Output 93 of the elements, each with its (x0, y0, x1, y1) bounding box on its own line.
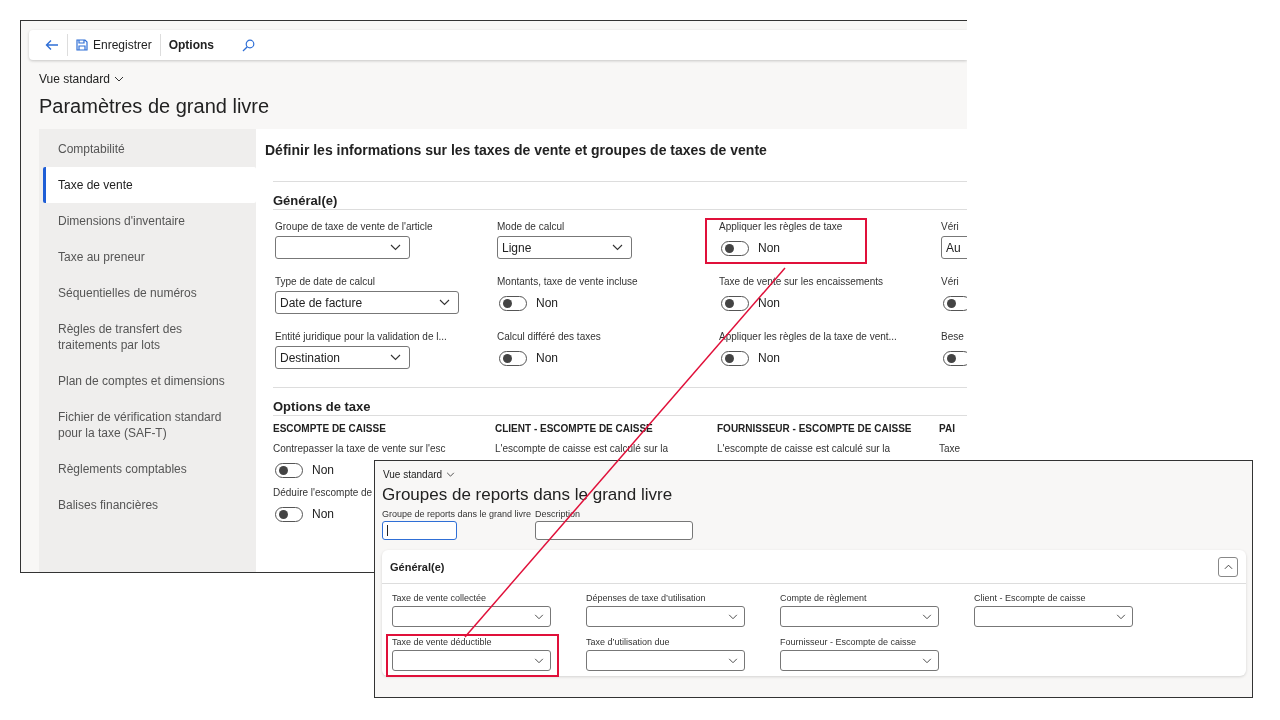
field-label: Fournisseur - Escompte de caisse (780, 636, 917, 648)
nav-item[interactable]: Séquentielles de numéros (43, 275, 256, 311)
page-title: Groupes de reports dans le grand livre (382, 484, 674, 506)
card-title: Général(e) (390, 560, 445, 573)
dropdown-field[interactable] (974, 606, 1133, 627)
view-selector[interactable]: Vue standard (39, 71, 124, 87)
chevron-down-icon (728, 657, 738, 664)
field-label: Taxe d’utilisation due (586, 636, 670, 648)
field-label: Contrepasser la taxe de vente sur l'esc (273, 442, 446, 456)
field-label: L'escompte de caisse est calculé sur la (717, 442, 891, 456)
dropdown-field[interactable] (392, 606, 551, 627)
nav-item[interactable]: Fichier de vérification standard pour la taxe (SAF-T) (43, 399, 256, 451)
toggle-value: Non (758, 296, 780, 310)
field-label: Taxe (939, 442, 961, 456)
dropdown-field[interactable]: Au (941, 236, 967, 259)
field-label: Compte de règlement (780, 592, 867, 604)
nav-item[interactable]: Plan de comptes et dimensions (43, 363, 256, 399)
page-title: Paramètres de grand livre (39, 94, 271, 119)
chevron-down-icon (390, 244, 401, 251)
dropdown-field[interactable] (586, 650, 745, 671)
group-heading: PAI (939, 422, 955, 436)
chevron-down-icon (1116, 613, 1126, 620)
field-label: Entité juridique pour la validation de l... (275, 330, 447, 344)
chevron-down-icon (728, 613, 738, 620)
field-label: Mode de calcul (497, 220, 565, 234)
section-title: Options de taxe (273, 398, 372, 415)
field-label: Client - Escompte de caisse (974, 592, 1086, 604)
chevron-down-icon (922, 613, 932, 620)
field-label: Calcul différé des taxes (497, 330, 601, 344)
text-field[interactable] (535, 521, 693, 540)
nav-item[interactable]: Règlements comptables (43, 451, 256, 487)
toggle-value: Non (536, 351, 558, 365)
dropdown-field[interactable] (780, 606, 939, 627)
field-label: Bese (941, 330, 964, 344)
dropdown-field[interactable]: Destination (275, 346, 410, 369)
chevron-down-icon (439, 299, 450, 306)
toggle-value: Non (758, 241, 780, 255)
section-title: Général(e) (273, 192, 339, 209)
toggle-switch[interactable] (499, 350, 527, 366)
group-heading: FOURNISSEUR - ESCOMPTE DE CAISSE (717, 422, 912, 436)
toggle-switch[interactable] (499, 295, 527, 311)
text-cursor (387, 525, 388, 536)
toggle-switch[interactable] (943, 295, 967, 311)
toggle-value: Non (312, 507, 334, 521)
dropdown-field[interactable] (275, 236, 410, 259)
field-label: Véri (941, 275, 959, 289)
field-label: Montants, taxe de vente incluse (497, 275, 638, 289)
nav-item[interactable]: Taxe de vente (43, 167, 256, 203)
chevron-down-icon (922, 657, 932, 664)
field-label: Déduire l'escompte de (273, 486, 373, 500)
field-label: Véri (941, 220, 959, 234)
section-heading: Définir les informations sur les taxes de vente et groupes de taxes de vente (265, 141, 768, 159)
collapse-button[interactable] (1218, 556, 1238, 577)
toggle-switch[interactable] (721, 350, 749, 366)
chevron-down-icon (534, 657, 544, 664)
dropdown-field[interactable] (392, 650, 551, 671)
group-heading: ESCOMPTE DE CAISSE (273, 422, 386, 436)
toggle-switch[interactable] (275, 506, 303, 522)
toggle-value: Non (312, 463, 334, 477)
field-label: Dépenses de taxe d’utilisation (586, 592, 706, 604)
chevron-down-icon (534, 613, 544, 620)
nav-item[interactable]: Comptabilité (43, 131, 256, 167)
dropdown-field[interactable]: Date de facture (275, 291, 459, 314)
chevron-down-icon (390, 354, 401, 361)
field-label: Taxe de vente collectée (392, 592, 487, 604)
chevron-down-icon (612, 244, 623, 251)
field-label: Type de date de calcul (275, 275, 376, 289)
nav-item[interactable]: Taxe au preneur (43, 239, 256, 275)
text-field[interactable] (382, 521, 457, 540)
field-label: Appliquer les règles de taxe (719, 220, 843, 234)
toggle-value: Non (536, 296, 558, 310)
save-button[interactable]: Enregistrer (67, 34, 160, 56)
search-icon (242, 38, 255, 52)
back-arrow-icon (45, 39, 59, 51)
chevron-down-icon (446, 471, 456, 477)
chevron-down-icon (113, 76, 124, 82)
options-button[interactable]: Options (159, 34, 222, 56)
toggle-switch[interactable] (943, 350, 967, 366)
toggle-switch[interactable] (275, 462, 303, 478)
toggle-switch[interactable] (721, 295, 749, 311)
toggle-value: Non (758, 351, 780, 365)
chevron-up-icon (1223, 563, 1233, 570)
dropdown-field[interactable] (780, 650, 939, 671)
view-selector[interactable]: Vue standard (383, 467, 456, 481)
field-label: Taxe de vente déductible (392, 636, 492, 648)
nav-item[interactable]: Balises financières (43, 487, 256, 523)
nav-item[interactable]: Dimensions d'inventaire (43, 203, 256, 239)
dropdown-field[interactable] (586, 606, 745, 627)
dropdown-field[interactable]: Ligne (497, 236, 632, 259)
field-label: Groupe de reports dans le grand livre (382, 508, 532, 520)
toggle-switch[interactable] (721, 240, 749, 256)
nav-item[interactable]: Règles de transfert des traitements par lots (43, 311, 256, 363)
field-label: Groupe de taxe de vente de l'article (275, 220, 433, 234)
